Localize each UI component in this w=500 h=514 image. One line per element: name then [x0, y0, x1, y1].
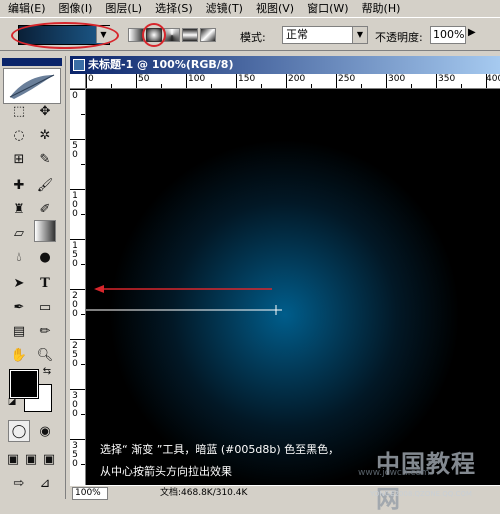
- photoshop-document-icon: [73, 59, 85, 71]
- hand-tool-icon[interactable]: ✋: [8, 344, 30, 366]
- ruler-tick-label: 50: [72, 141, 78, 160]
- shape-tool-icon[interactable]: ▭: [34, 296, 56, 318]
- ruler-tick-label: 150: [72, 241, 78, 269]
- menu-image[interactable]: 图像(I): [59, 0, 93, 16]
- crop-tool-icon[interactable]: ⊞: [8, 148, 30, 170]
- document-titlebar[interactable]: 未标题-1 @ 100%(RGB/8): [70, 56, 500, 74]
- mode-value: 正常: [286, 28, 308, 41]
- move-tool-icon[interactable]: ✥: [34, 100, 56, 122]
- highlight-ellipse: [11, 22, 119, 49]
- foreground-color-swatch[interactable]: [9, 369, 39, 399]
- menu-view[interactable]: 视图(V): [256, 0, 294, 16]
- caption-line-2: 从中心按箭头方向拉出效果: [100, 465, 232, 478]
- document-window: 未标题-1 @ 100%(RGB/8) 0 50 100 150 200 250…: [70, 56, 500, 513]
- ruler-tick-label: 100: [72, 191, 78, 219]
- site-url-watermark: www.jcwcn.com: [358, 468, 430, 478]
- opacity-label: 不透明度:: [375, 31, 423, 44]
- reflected-gradient-button[interactable]: [182, 28, 198, 42]
- menu-edit[interactable]: 编辑(E): [8, 0, 46, 16]
- clone-stamp-tool-icon[interactable]: ♜: [8, 198, 30, 220]
- magic-wand-tool-icon[interactable]: ✲: [34, 124, 56, 146]
- marquee-tool-icon[interactable]: ⬚: [8, 100, 30, 122]
- menu-bar: 编辑(E) 图像(I) 图层(L) 选择(S) 滤镜(T) 视图(V) 窗口(W…: [0, 0, 500, 16]
- ruler-corner[interactable]: [70, 74, 86, 89]
- opacity-input[interactable]: 100%: [430, 26, 466, 44]
- footer-watermark: YONGE2008.QZONE.QQ.COM: [370, 490, 472, 498]
- document-title: 未标题-1 @ 100%(RGB/8): [88, 58, 234, 71]
- menu-window[interactable]: 窗口(W): [307, 0, 348, 16]
- notes-tool-icon[interactable]: ▤: [8, 320, 30, 342]
- lasso-tool-icon[interactable]: ◌: [8, 124, 30, 146]
- tutorial-caption: 选择“ 渐变 ”工具，暗蓝 (#005d8b) 色至黑色， 从中心按箭头方向拉出…: [100, 439, 339, 483]
- toolbox: ⬚ ✥ ◌ ✲ ⊞ ✎ ✚ 🖌︎ ♜ ✐ ▱ 💧︎ ● ➤ T ✒ ▭ ▤ ✏ …: [0, 56, 66, 499]
- healing-brush-tool-icon[interactable]: ✚: [8, 174, 30, 196]
- angle-gradient-button[interactable]: [164, 28, 180, 42]
- highlight-ellipse-radial: [142, 23, 166, 47]
- zoom-tool-icon[interactable]: 🔍︎: [34, 344, 56, 366]
- document-canvas[interactable]: 选择“ 渐变 ”工具，暗蓝 (#005d8b) 色至黑色， 从中心按箭头方向拉出…: [86, 89, 500, 485]
- ruler-tick-label: 200: [72, 291, 78, 319]
- chevron-down-icon: ▼: [352, 27, 367, 43]
- brush-tool-icon[interactable]: 🖌︎: [34, 174, 56, 196]
- site-watermark: 中国教程网: [376, 449, 476, 513]
- imageready-icon[interactable]: ⊿: [34, 472, 56, 494]
- eyedropper-tool-icon[interactable]: ✏: [34, 320, 56, 342]
- standard-mode-icon[interactable]: ◯: [8, 420, 30, 442]
- history-brush-tool-icon[interactable]: ✐: [34, 198, 56, 220]
- menu-layer[interactable]: 图层(L): [105, 0, 142, 16]
- menu-filter[interactable]: 滤镜(T): [206, 0, 243, 16]
- gradient-tool-icon[interactable]: [34, 220, 56, 242]
- diamond-gradient-button[interactable]: [200, 28, 216, 42]
- options-bar: ▼ 模式: 正常 ▼ 不透明度: 100% ▶: [0, 17, 500, 51]
- feather-logo-icon[interactable]: [3, 68, 61, 104]
- toolbox-titlebar[interactable]: [2, 58, 62, 66]
- ruler-tick-label: 250: [72, 341, 78, 369]
- ruler-tick-label: 300: [72, 391, 78, 419]
- document-size-info: 文档:468.8K/310.4K: [160, 488, 248, 498]
- mode-select[interactable]: 正常 ▼: [282, 26, 368, 44]
- gradient-drag-annotation: [86, 285, 282, 315]
- path-selection-tool-icon[interactable]: ➤: [8, 272, 30, 294]
- opacity-arrow-icon[interactable]: ▶: [468, 27, 476, 38]
- pen-tool-icon[interactable]: ✒: [8, 296, 30, 318]
- quick-mask-icon[interactable]: ◉: [34, 420, 56, 442]
- menu-help[interactable]: 帮助(H): [362, 0, 401, 16]
- screen-mode-standard-icon[interactable]: ▣: [4, 448, 22, 470]
- zoom-level-input[interactable]: 100%: [72, 487, 108, 500]
- ruler-tick-label: 350: [72, 441, 78, 469]
- mode-label: 模式:: [240, 31, 266, 44]
- screen-mode-full-icon[interactable]: ▣: [40, 448, 58, 470]
- ruler-top[interactable]: 0 50 100 150 200 250 300 350 400: [86, 74, 500, 89]
- dodge-tool-icon[interactable]: ●: [34, 246, 56, 268]
- swap-colors-icon[interactable]: ⇆: [40, 364, 54, 378]
- ruler-top-ticks: [86, 74, 487, 88]
- menu-select[interactable]: 选择(S): [155, 0, 193, 16]
- slice-tool-icon[interactable]: ✎: [34, 148, 56, 170]
- default-colors-icon[interactable]: ◪: [6, 396, 18, 408]
- ruler-left[interactable]: 0 50 100 150 200 250 300 350: [70, 89, 86, 485]
- blur-tool-icon[interactable]: 💧︎: [8, 246, 30, 268]
- caption-line-1: 选择“ 渐变 ”工具，暗蓝 (#005d8b) 色至黑色，: [100, 443, 340, 456]
- eraser-tool-icon[interactable]: ▱: [8, 222, 30, 244]
- ruler-tick-label: 0: [72, 91, 78, 101]
- screen-mode-full-menu-icon[interactable]: ▣: [22, 448, 40, 470]
- jump-to-imageready-icon[interactable]: ⇨: [8, 472, 30, 494]
- type-tool-icon[interactable]: T: [34, 272, 56, 294]
